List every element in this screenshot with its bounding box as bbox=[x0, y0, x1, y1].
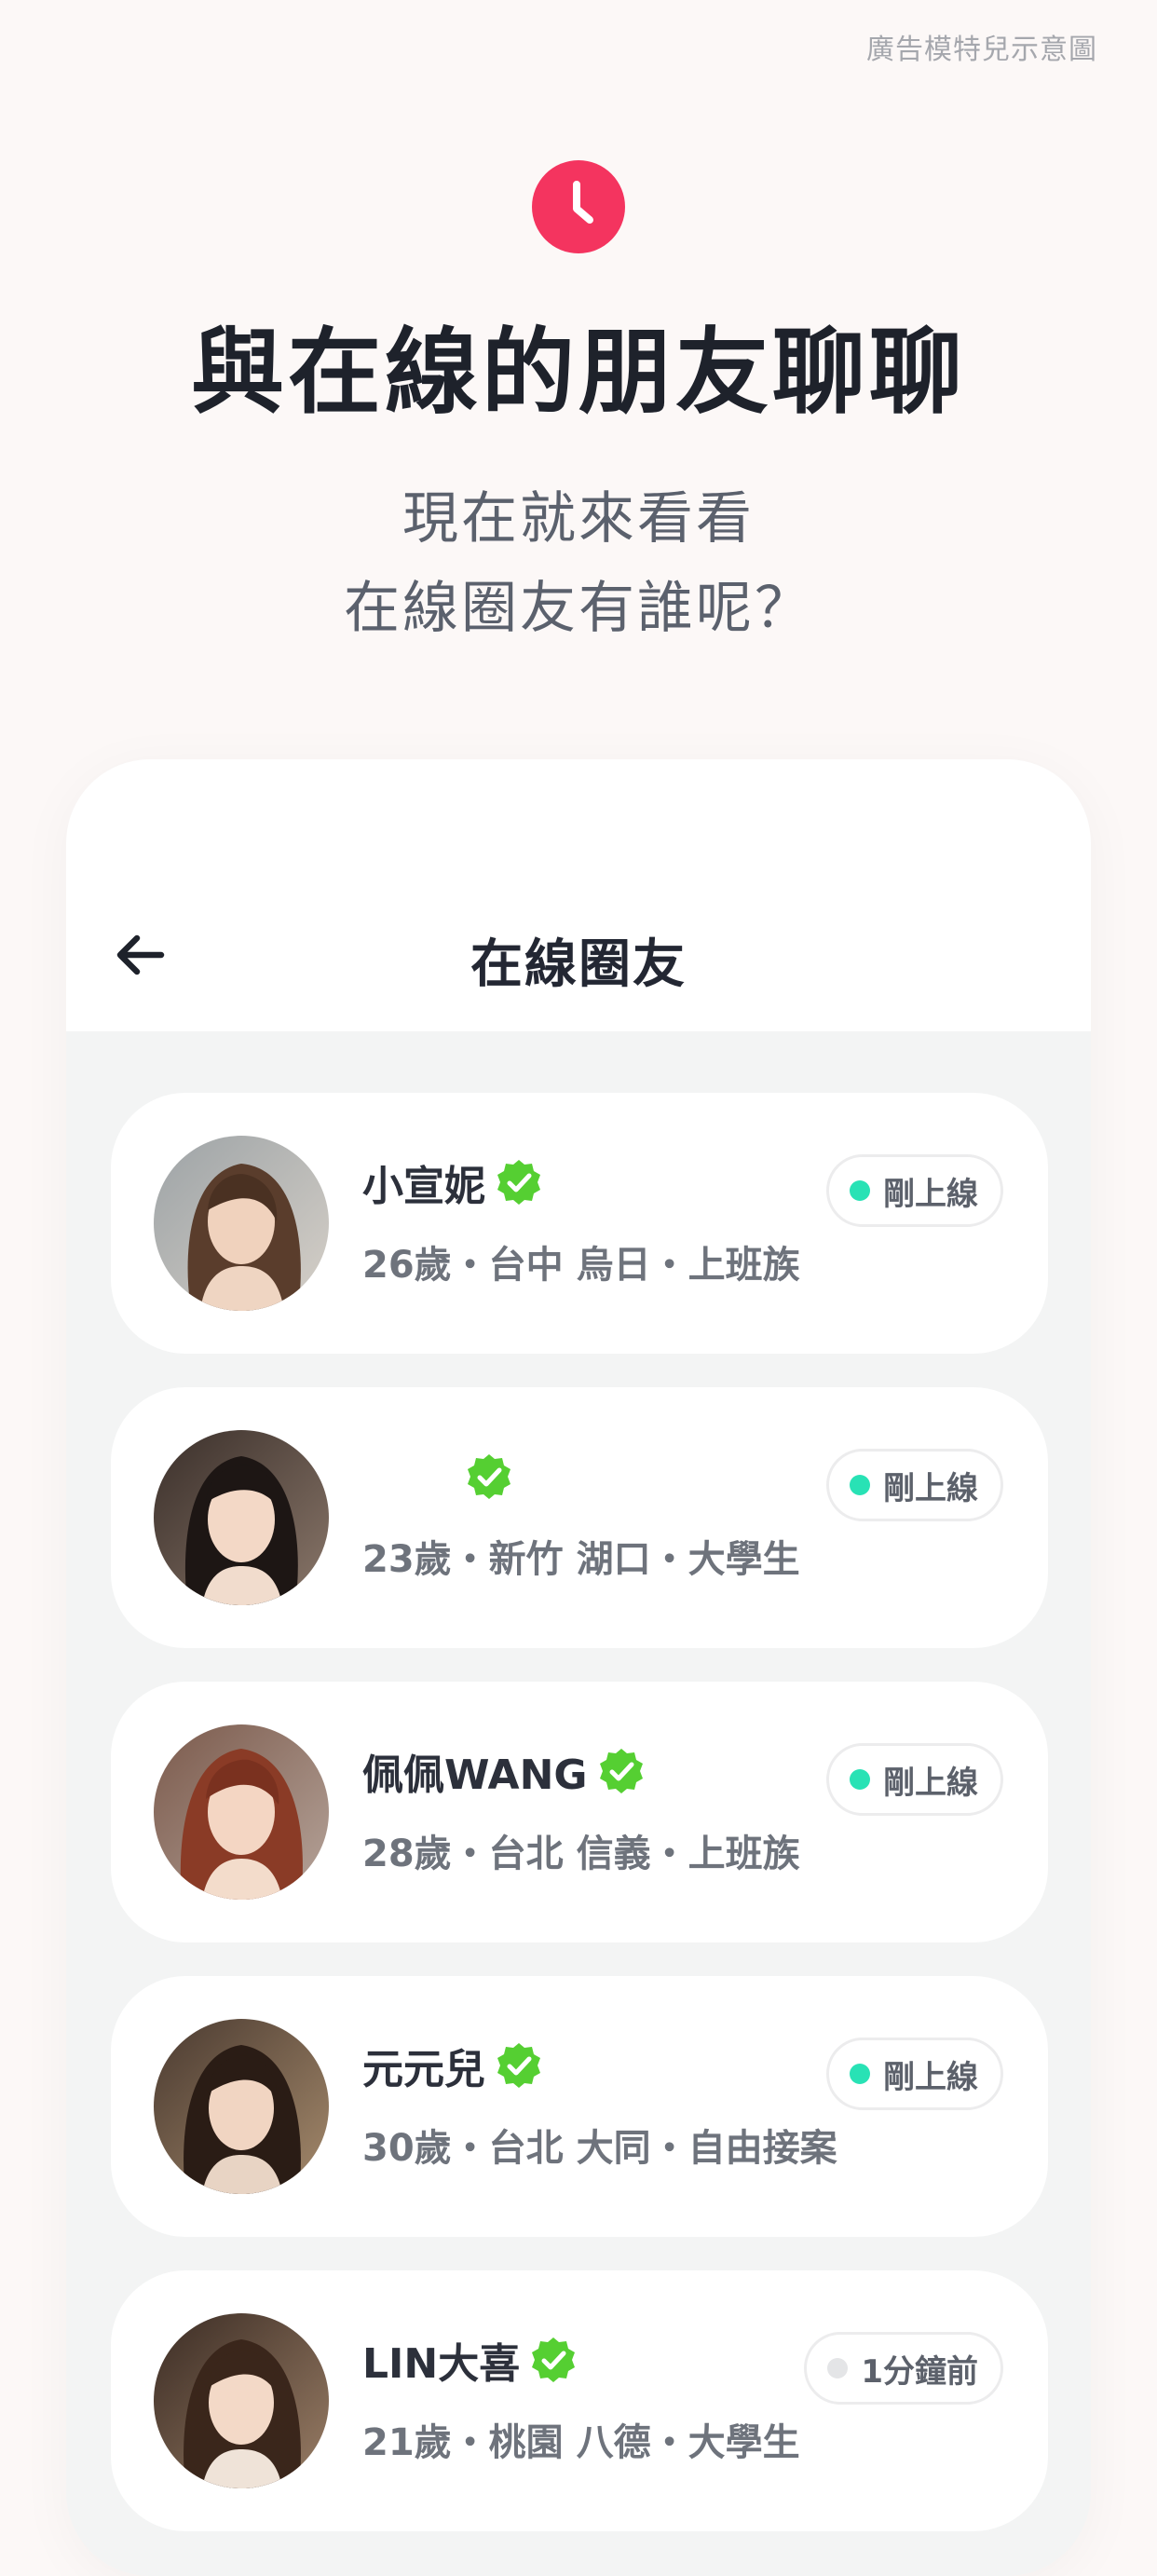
avatar bbox=[154, 1136, 329, 1311]
status-badge: 剛上線 bbox=[826, 1743, 1003, 1816]
ad-disclaimer-label: 廣告模特兒示意圖 bbox=[866, 34, 1097, 66]
user-card[interactable]: 小宣妮 26歲・台中 烏日・上班族 剛上線 bbox=[111, 1093, 1048, 1354]
page-subtitle-line1: 現在就來看看 bbox=[402, 486, 755, 552]
app-header-title: 在線圈友 bbox=[470, 934, 687, 995]
user-name: LIN大喜 bbox=[362, 2340, 521, 2388]
user-card[interactable]: 元元兒 30歲・台北 大同・自由接案 剛上線 bbox=[111, 1976, 1048, 2237]
user-name: 小宣妮 bbox=[362, 1163, 485, 1210]
status-text: 剛上線 bbox=[883, 1469, 978, 1507]
status-text: 剛上線 bbox=[883, 2058, 978, 2096]
user-name: 元元兒 bbox=[362, 2046, 485, 2093]
page-subtitle-line2: 在線圈友有誰呢？ bbox=[344, 576, 813, 641]
status-badge: 剛上線 bbox=[826, 2038, 1003, 2110]
app-header: 在線圈友 bbox=[66, 759, 1091, 1031]
user-name: 佩佩WANG bbox=[362, 1751, 588, 1799]
avatar bbox=[154, 1430, 329, 1605]
status-text: 剛上線 bbox=[883, 1175, 978, 1213]
verified-badge-icon bbox=[468, 1454, 510, 1499]
user-card[interactable]: 23歲・新竹 湖口・大學生 剛上線 bbox=[111, 1387, 1048, 1648]
clock-icon bbox=[532, 160, 625, 253]
status-badge: 1分鐘前 bbox=[804, 2332, 1003, 2405]
status-badge: 剛上線 bbox=[826, 1154, 1003, 1227]
verified-badge-icon bbox=[497, 1160, 540, 1205]
user-card[interactable]: LIN大喜 21歲・桃園 八德・大學生 1分鐘前 bbox=[111, 2270, 1048, 2531]
online-dot-icon bbox=[850, 1180, 870, 1201]
status-badge: 剛上線 bbox=[826, 1449, 1003, 1521]
user-details: 23歲・新竹 湖口・大學生 bbox=[362, 1538, 800, 1581]
avatar bbox=[154, 1724, 329, 1900]
user-details: 26歲・台中 烏日・上班族 bbox=[362, 1244, 800, 1287]
online-dot-icon bbox=[850, 1769, 870, 1790]
phone-mockup: 在線圈友 小宣妮 26歲・台中 烏日・上班族 剛上線 23歲・新竹 湖口・大學生… bbox=[66, 759, 1091, 2576]
verified-badge-icon bbox=[497, 2043, 540, 2088]
verified-badge-icon bbox=[532, 2337, 576, 2382]
user-details: 21歲・桃園 八德・大學生 bbox=[362, 2421, 800, 2464]
offline-dot-icon bbox=[827, 2358, 849, 2378]
user-details: 30歲・台北 大同・自由接案 bbox=[362, 2127, 837, 2170]
status-text: 1分鐘前 bbox=[861, 2352, 978, 2391]
user-card[interactable]: 佩佩WANG 28歲・台北 信義・上班族 剛上線 bbox=[111, 1682, 1048, 1942]
verified-badge-icon bbox=[599, 1749, 643, 1793]
avatar bbox=[154, 2313, 329, 2488]
online-dot-icon bbox=[850, 2064, 870, 2084]
online-dot-icon bbox=[850, 1475, 870, 1495]
page-title: 與在線的朋友聊聊 bbox=[191, 318, 966, 427]
status-text: 剛上線 bbox=[883, 1764, 978, 1802]
avatar bbox=[154, 2019, 329, 2194]
user-details: 28歲・台北 信義・上班族 bbox=[362, 1833, 800, 1875]
